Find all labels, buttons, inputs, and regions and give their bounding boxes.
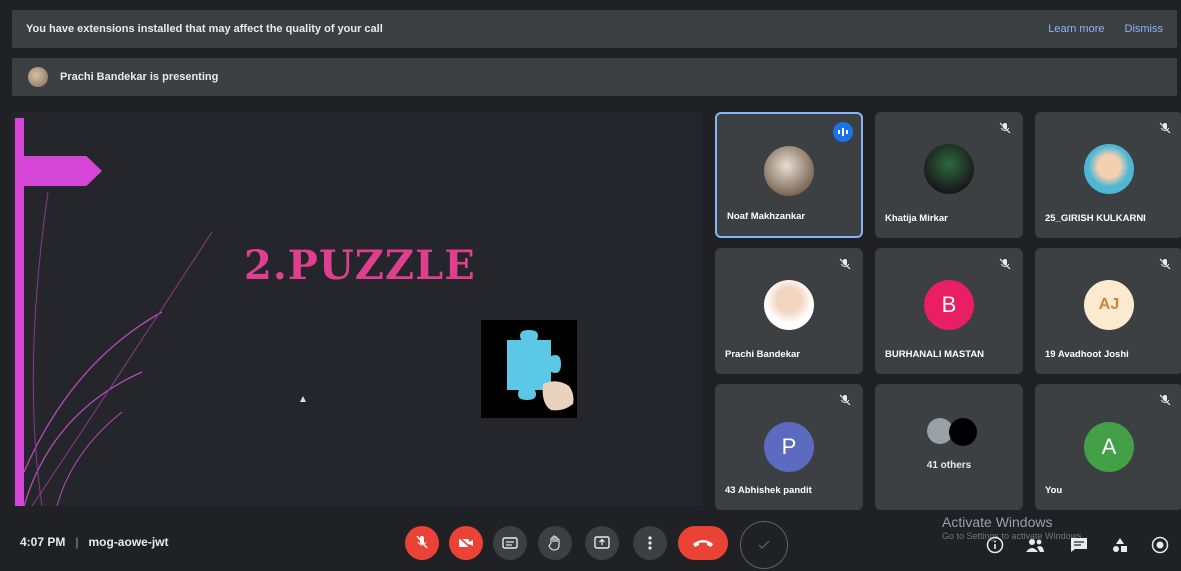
participant-name: 25_GIRISH KULKARNI <box>1045 213 1146 224</box>
mic-muted-icon <box>839 394 851 406</box>
participant-tile[interactable]: 25_GIRISH KULKARNI <box>1035 112 1181 238</box>
self-tile[interactable]: A You <box>1035 384 1181 510</box>
leave-call-button[interactable] <box>678 526 728 560</box>
participant-letter-avatar: A <box>1084 422 1134 472</box>
mic-muted-icon <box>1159 258 1171 270</box>
mic-muted-icon <box>999 122 1011 134</box>
camera-toggle-button[interactable] <box>449 526 483 560</box>
presentation-view: 2.PUZZLE <box>12 112 702 506</box>
present-screen-icon <box>594 536 610 549</box>
check-icon <box>758 540 770 549</box>
mic-muted-icon <box>1159 394 1171 406</box>
participant-photo <box>1084 144 1134 194</box>
participant-name: BURHANALI MASTAN <box>885 349 985 360</box>
more-vert-icon <box>648 536 652 550</box>
participant-tile[interactable]: AJ 19 Avadhoot Joshi <box>1035 248 1181 374</box>
participant-photo <box>924 144 974 194</box>
activate-subtitle: Go to Settings to activate Windows. <box>942 531 1085 541</box>
captions-button[interactable] <box>493 526 527 560</box>
present-now-button[interactable] <box>585 526 619 560</box>
meeting-info: 4:07 PM | mog-aowe-jwt <box>20 535 168 549</box>
participant-name: Khatija Mirkar <box>885 213 948 224</box>
host-controls-button[interactable] <box>1150 535 1170 555</box>
info-icon <box>986 536 1004 554</box>
participant-tile[interactable]: Khatija Mirkar <box>875 112 1023 238</box>
participant-name: 43 Abhishek pandit <box>725 485 812 496</box>
participant-name: Prachi Bandekar <box>725 349 800 360</box>
mouse-cursor <box>300 396 306 402</box>
participant-name: 19 Avadhoot Joshi <box>1045 349 1129 360</box>
captions-icon <box>502 537 518 549</box>
activities-button[interactable] <box>1110 535 1130 555</box>
activities-icon <box>1113 538 1127 552</box>
activate-windows-watermark: Activate Windows Go to Settings to activ… <box>942 514 1084 541</box>
people-icon <box>1026 539 1044 552</box>
puzzle-image <box>481 320 577 418</box>
presenting-text: Prachi Bandekar is presenting <box>60 71 219 83</box>
participant-name: Noaf Makhzankar <box>727 211 806 222</box>
slide-side-bar <box>15 118 24 506</box>
meeting-code: mog-aowe-jwt <box>88 535 169 549</box>
others-avatar <box>949 418 977 446</box>
participant-tile[interactable]: Noaf Makhzankar <box>715 112 863 238</box>
separator: | <box>75 535 79 549</box>
speaking-indicator-icon <box>833 122 853 142</box>
participant-letter-avatar: AJ <box>1084 280 1134 330</box>
mic-muted-icon <box>839 258 851 270</box>
slide-decoration <box>23 191 213 506</box>
mic-muted-icon <box>999 258 1011 270</box>
more-options-button[interactable] <box>633 526 667 560</box>
participant-letter-avatar: B <box>924 280 974 330</box>
camera-off-icon <box>458 536 473 550</box>
presenter-avatar <box>28 67 48 87</box>
participant-photo <box>764 280 814 330</box>
participant-letter-avatar: P <box>764 422 814 472</box>
others-count: 41 others <box>926 460 972 471</box>
hand-icon <box>548 535 560 551</box>
participant-name: You <box>1045 485 1063 496</box>
dismiss-link[interactable]: Dismiss <box>1125 23 1164 35</box>
presenting-bar: Prachi Bandekar is presenting <box>12 58 1177 96</box>
activate-title: Activate Windows <box>942 514 1053 530</box>
extension-overlay-button[interactable] <box>740 521 788 569</box>
banner-text: You have extensions installed that may a… <box>26 23 383 35</box>
hang-up-icon <box>693 540 713 547</box>
mic-off-icon <box>416 535 428 549</box>
others-tile[interactable]: 41 others <box>875 384 1023 510</box>
slide-flag-shape <box>24 156 102 186</box>
mic-toggle-button[interactable] <box>405 526 439 560</box>
call-control-bar: 4:07 PM | mog-aowe-jwt Activate Windows … <box>0 508 1181 571</box>
people-button[interactable] <box>1025 535 1045 555</box>
participant-tile[interactable]: Prachi Bandekar <box>715 248 863 374</box>
mic-muted-icon <box>1159 122 1171 134</box>
participant-tile[interactable]: B BURHANALI MASTAN <box>875 248 1023 374</box>
clock-time: 4:07 PM <box>20 535 66 549</box>
slide-title: 2.PUZZLE <box>244 242 476 289</box>
participant-photo <box>764 146 814 196</box>
meeting-details-button[interactable] <box>985 535 1005 555</box>
chat-icon <box>1071 538 1087 552</box>
participant-tile[interactable]: P 43 Abhishek pandit <box>715 384 863 510</box>
raise-hand-button[interactable] <box>538 526 572 560</box>
learn-more-link[interactable]: Learn more <box>1048 23 1104 35</box>
shield-icon <box>1151 536 1169 554</box>
extensions-warning-banner: You have extensions installed that may a… <box>12 10 1177 48</box>
chat-button[interactable] <box>1069 535 1089 555</box>
